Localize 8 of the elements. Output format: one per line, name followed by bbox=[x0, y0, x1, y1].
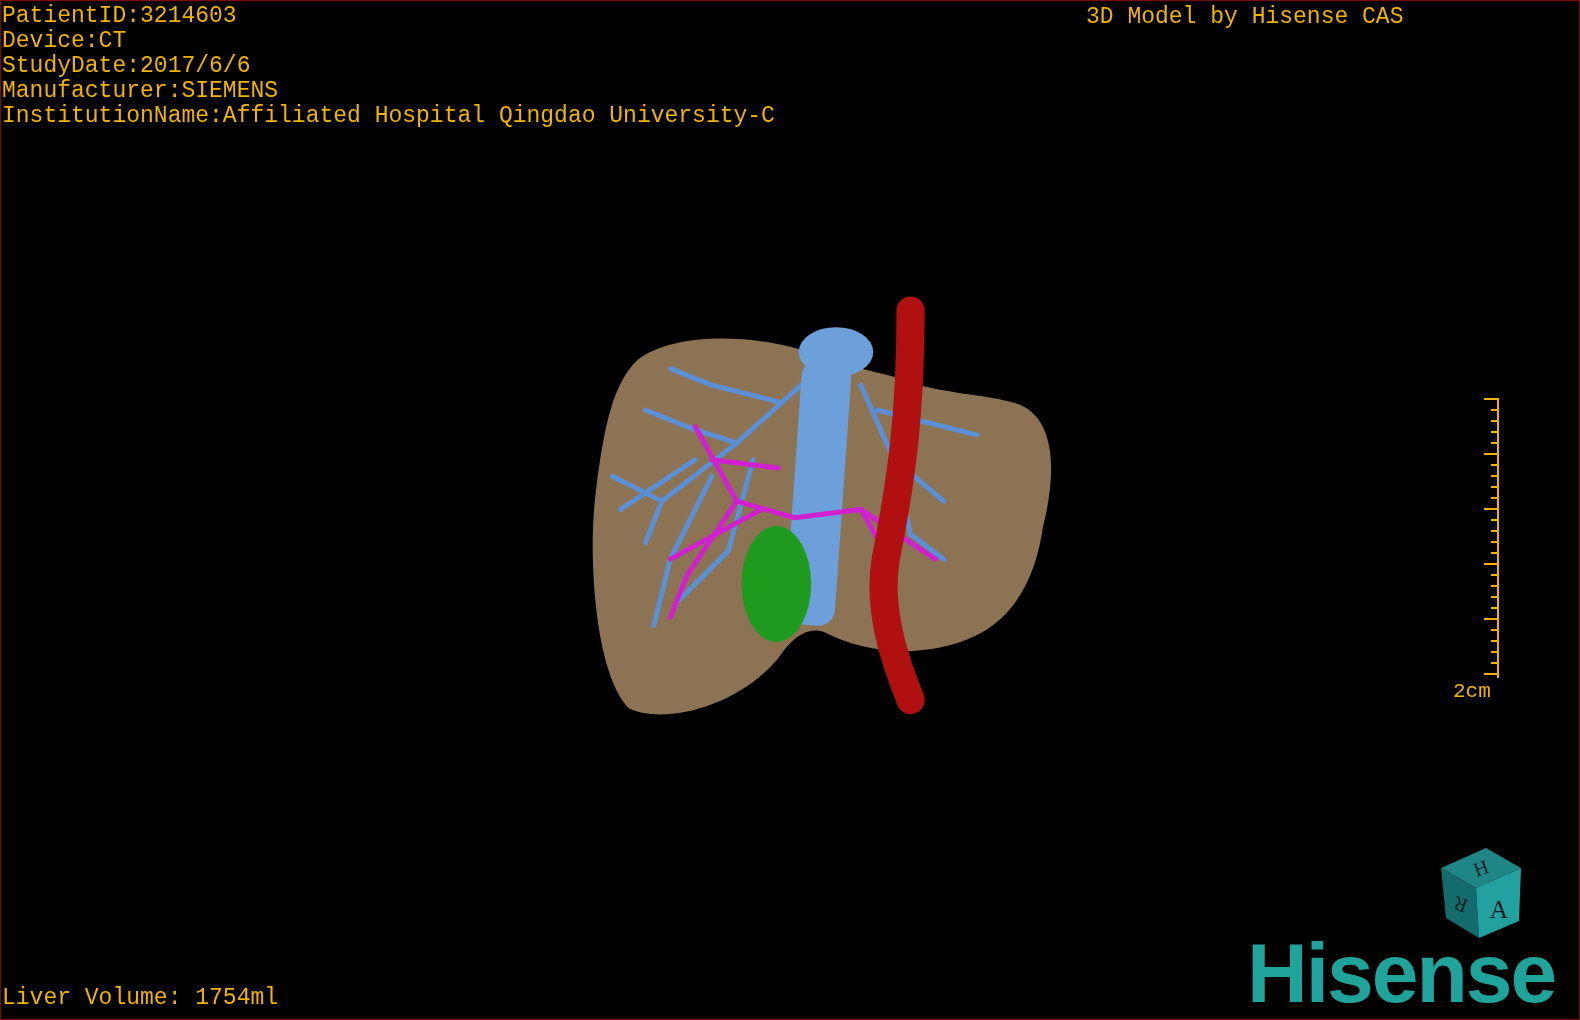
study-info-text: Manufacturer:SIEMENS bbox=[2, 79, 280, 104]
study-info-text: PatientID:3214603 bbox=[2, 4, 238, 29]
liver-volume-text: Liver Volume: 1754ml bbox=[2, 986, 279, 1011]
scale-label: 2cm bbox=[1453, 679, 1491, 704]
study-info-text: InstitutionName:Affiliated Hospital Qingdao University-C bbox=[2, 104, 775, 129]
study-info-text: Device:CT bbox=[2, 29, 128, 54]
model-credit-text: 3D Model by Hisense CAS bbox=[1086, 5, 1404, 30]
study-info-text: StudyDate:2017/6/6 bbox=[2, 54, 252, 79]
